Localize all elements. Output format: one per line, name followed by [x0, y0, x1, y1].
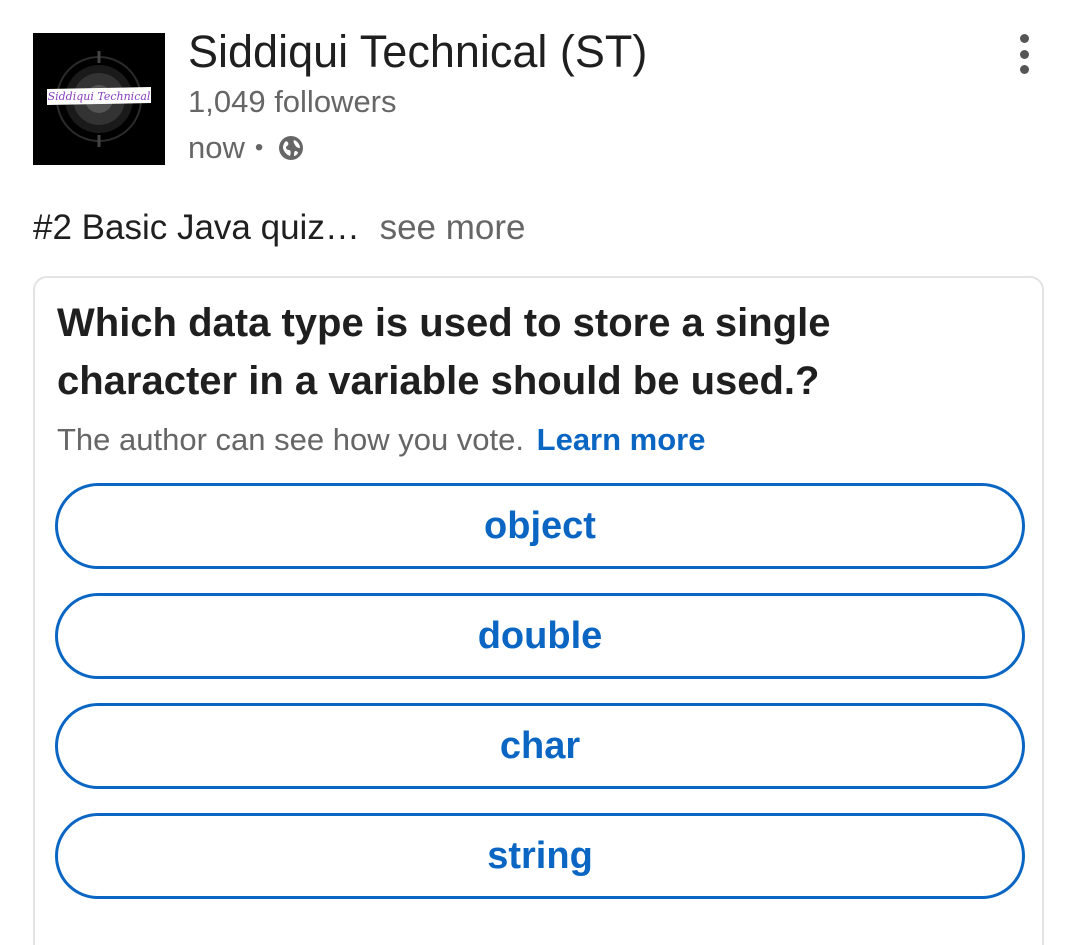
learn-more-link[interactable]: Learn more: [537, 422, 706, 457]
poll-option-char[interactable]: char: [55, 703, 1025, 789]
more-vertical-icon-dot: [1019, 34, 1029, 43]
meta-separator: •: [254, 134, 264, 161]
more-options-button[interactable]: [1006, 34, 1042, 74]
post-time: now: [188, 130, 245, 165]
poll-card: Which data type is used to store a singl…: [33, 276, 1044, 945]
poll-question: Which data type is used to store a singl…: [57, 301, 831, 403]
avatar-logo: Siddiqui Technical: [33, 33, 165, 165]
more-vertical-icon-dot: [1019, 65, 1029, 74]
poll-option-double[interactable]: double: [55, 593, 1025, 679]
post-text: #2 Basic Java quiz… see more: [33, 208, 525, 248]
see-more-link[interactable]: see more: [380, 208, 526, 247]
poll-privacy-note: The author can see how you vote.: [57, 422, 525, 457]
poll-note: The author can see how you vote. Learn m…: [57, 422, 705, 458]
post-caption: #2 Basic Java quiz…: [33, 208, 360, 247]
poll-option-object[interactable]: object: [55, 483, 1025, 569]
globe-icon: [279, 136, 304, 160]
post-meta: now •: [188, 130, 305, 166]
svg-text:Siddiqui Technical: Siddiqui Technical: [48, 90, 151, 103]
author-name[interactable]: Siddiqui Technical (ST): [188, 26, 647, 78]
author-avatar[interactable]: Siddiqui Technical: [33, 33, 165, 165]
poll-post: Siddiqui Technical Siddiqui Technical (S…: [0, 0, 1080, 945]
follower-count: 1,049 followers: [188, 84, 397, 119]
more-vertical-icon-dot: [1019, 49, 1029, 59]
poll-option-string[interactable]: string: [55, 813, 1025, 899]
